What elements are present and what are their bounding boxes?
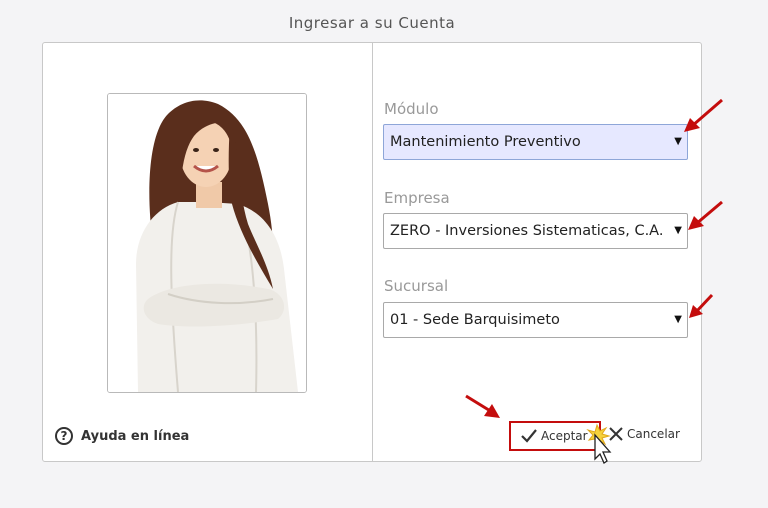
panel-divider	[372, 43, 373, 461]
annotation-arrow-icon	[684, 98, 723, 132]
chevron-down-icon: ▼	[674, 225, 682, 236]
cancel-label: Cancelar	[627, 427, 680, 441]
modulo-select-value: Mantenimiento Preventivo	[390, 134, 581, 150]
empresa-select-value: ZERO - Inversiones Sistematicas, C.A.	[390, 223, 664, 239]
sucursal-select[interactable]: 01 - Sede Barquisimeto ▼	[383, 302, 688, 338]
online-help-label: Ayuda en línea	[81, 428, 190, 444]
accept-label: Aceptar	[541, 429, 588, 443]
annotation-arrow-icon	[465, 394, 500, 418]
modulo-select[interactable]: Mantenimiento Preventivo ▼	[383, 124, 688, 160]
woman-photo-illustration	[108, 94, 306, 392]
login-panel: ? Ayuda en línea Módulo Mantenimiento Pr…	[42, 42, 702, 464]
online-help-link[interactable]: ? Ayuda en línea	[55, 427, 189, 445]
sucursal-label: Sucursal	[384, 277, 449, 295]
modulo-label: Módulo	[384, 100, 439, 118]
chevron-down-icon: ▼	[674, 314, 682, 325]
cancel-button[interactable]: Cancelar	[609, 427, 680, 441]
checkmark-icon	[521, 429, 537, 443]
annotation-arrow-icon	[689, 293, 714, 318]
sucursal-select-value: 01 - Sede Barquisimeto	[390, 312, 560, 328]
annotation-arrow-icon	[688, 200, 723, 230]
empresa-label: Empresa	[384, 189, 450, 207]
question-circle-icon: ?	[55, 427, 73, 445]
dialog-title: Ingresar a su Cuenta	[288, 14, 456, 32]
user-photo	[107, 93, 307, 393]
mouse-cursor-icon	[586, 423, 612, 464]
empresa-select[interactable]: ZERO - Inversiones Sistematicas, C.A. ▼	[383, 213, 688, 249]
